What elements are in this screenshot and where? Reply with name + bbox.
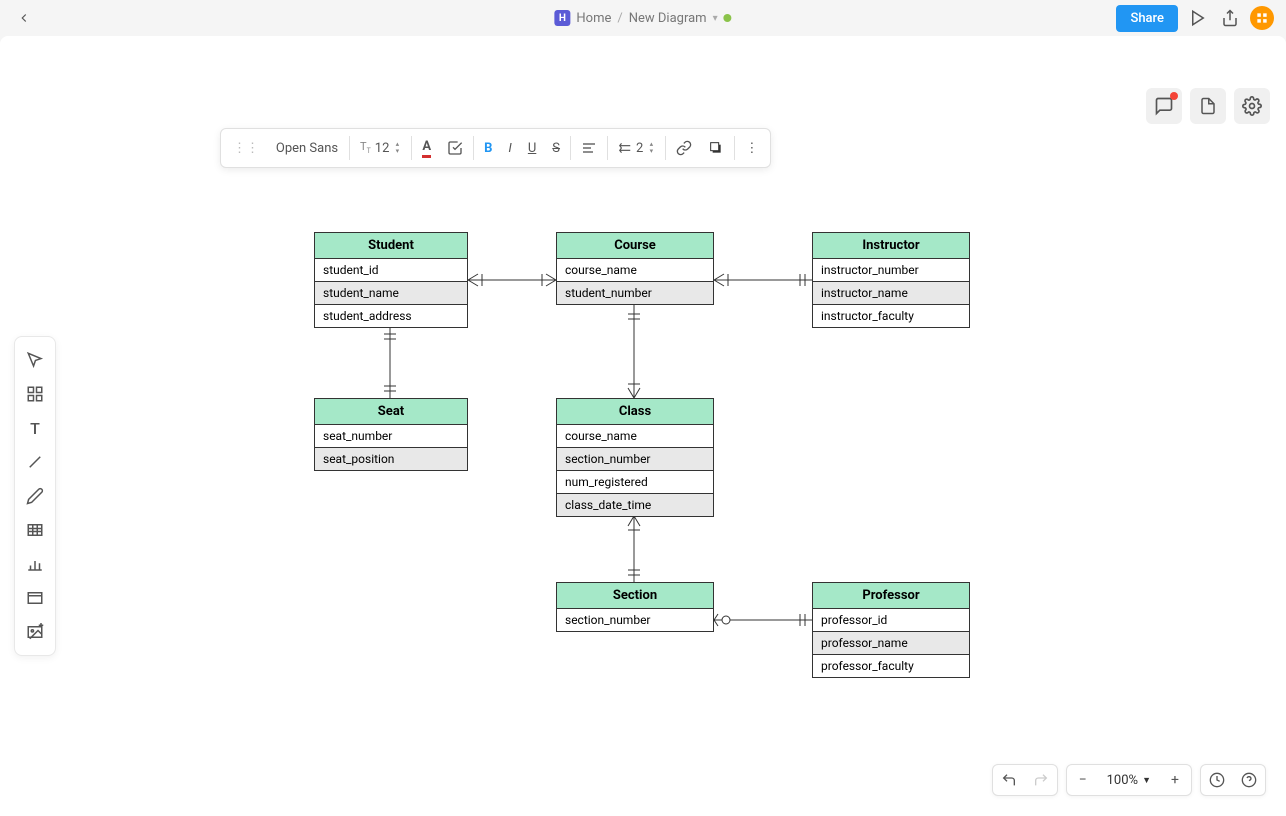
history-button[interactable] <box>1201 764 1233 796</box>
avatar[interactable] <box>1250 6 1274 30</box>
entity-title: Section <box>557 583 713 609</box>
entity-instructor[interactable]: Instructor instructor_number instructor_… <box>812 232 970 328</box>
breadcrumb: H Home / New Diagram ▾ <box>554 10 731 26</box>
play-button[interactable] <box>1186 6 1210 30</box>
redo-button[interactable] <box>1025 764 1057 796</box>
history-help-group <box>1200 764 1266 796</box>
entity-row[interactable]: student_id <box>315 259 467 282</box>
top-bar: H Home / New Diagram ▾ Share <box>0 0 1286 36</box>
entity-row[interactable]: seat_position <box>315 448 467 470</box>
entity-seat[interactable]: Seat seat_number seat_position <box>314 398 468 471</box>
entity-row[interactable]: course_name <box>557 259 713 282</box>
canvas-area: ⋮⋮ Open Sans TT 12 ▴▾ A B I U S 2 ▴▾ <box>0 36 1286 816</box>
share-button[interactable]: Share <box>1116 5 1178 32</box>
entity-title: Class <box>557 399 713 425</box>
undo-redo-group <box>992 764 1058 796</box>
entity-row[interactable]: instructor_number <box>813 259 969 282</box>
entity-title: Course <box>557 233 713 259</box>
home-badge-icon: H <box>554 10 570 26</box>
entity-row[interactable]: professor_id <box>813 609 969 632</box>
entity-row[interactable]: section_number <box>557 609 713 631</box>
entity-row[interactable]: class_date_time <box>557 494 713 516</box>
entity-course[interactable]: Course course_name student_number <box>556 232 714 305</box>
zoom-level[interactable]: 100%▼ <box>1099 773 1159 788</box>
entity-row[interactable]: instructor_name <box>813 282 969 305</box>
bottom-controls: − 100%▼ + <box>992 764 1266 796</box>
export-button[interactable] <box>1218 6 1242 30</box>
entity-row[interactable]: professor_faculty <box>813 655 969 677</box>
entity-row[interactable]: course_name <box>557 425 713 448</box>
entity-row[interactable]: student_name <box>315 282 467 305</box>
entity-row[interactable]: instructor_faculty <box>813 305 969 327</box>
top-right-actions: Share <box>1116 5 1274 32</box>
breadcrumb-current[interactable]: New Diagram <box>629 11 707 26</box>
entity-student[interactable]: Student student_id student_name student_… <box>314 232 468 328</box>
entity-section[interactable]: Section section_number <box>556 582 714 632</box>
zoom-out-button[interactable]: − <box>1067 764 1099 796</box>
entity-row[interactable]: student_number <box>557 282 713 304</box>
entity-title: Student <box>315 233 467 259</box>
entity-row[interactable]: student_address <box>315 305 467 327</box>
chevron-down-icon[interactable]: ▾ <box>713 13 718 24</box>
canvas[interactable]: Student student_id student_name student_… <box>0 36 1286 816</box>
entity-row[interactable]: professor_name <box>813 632 969 655</box>
help-button[interactable] <box>1233 764 1265 796</box>
zoom-group: − 100%▼ + <box>1066 764 1192 796</box>
entity-row[interactable]: num_registered <box>557 471 713 494</box>
entity-professor[interactable]: Professor professor_id professor_name pr… <box>812 582 970 678</box>
zoom-in-button[interactable]: + <box>1159 764 1191 796</box>
entity-class[interactable]: Class course_name section_number num_reg… <box>556 398 714 517</box>
entity-title: Instructor <box>813 233 969 259</box>
sync-status-icon <box>724 14 732 22</box>
breadcrumb-home[interactable]: Home <box>576 11 611 26</box>
undo-button[interactable] <box>993 764 1025 796</box>
entity-row[interactable]: section_number <box>557 448 713 471</box>
entity-title: Professor <box>813 583 969 609</box>
entity-title: Seat <box>315 399 467 425</box>
back-button[interactable] <box>12 6 36 30</box>
entity-row[interactable]: seat_number <box>315 425 467 448</box>
breadcrumb-separator: / <box>617 11 622 26</box>
